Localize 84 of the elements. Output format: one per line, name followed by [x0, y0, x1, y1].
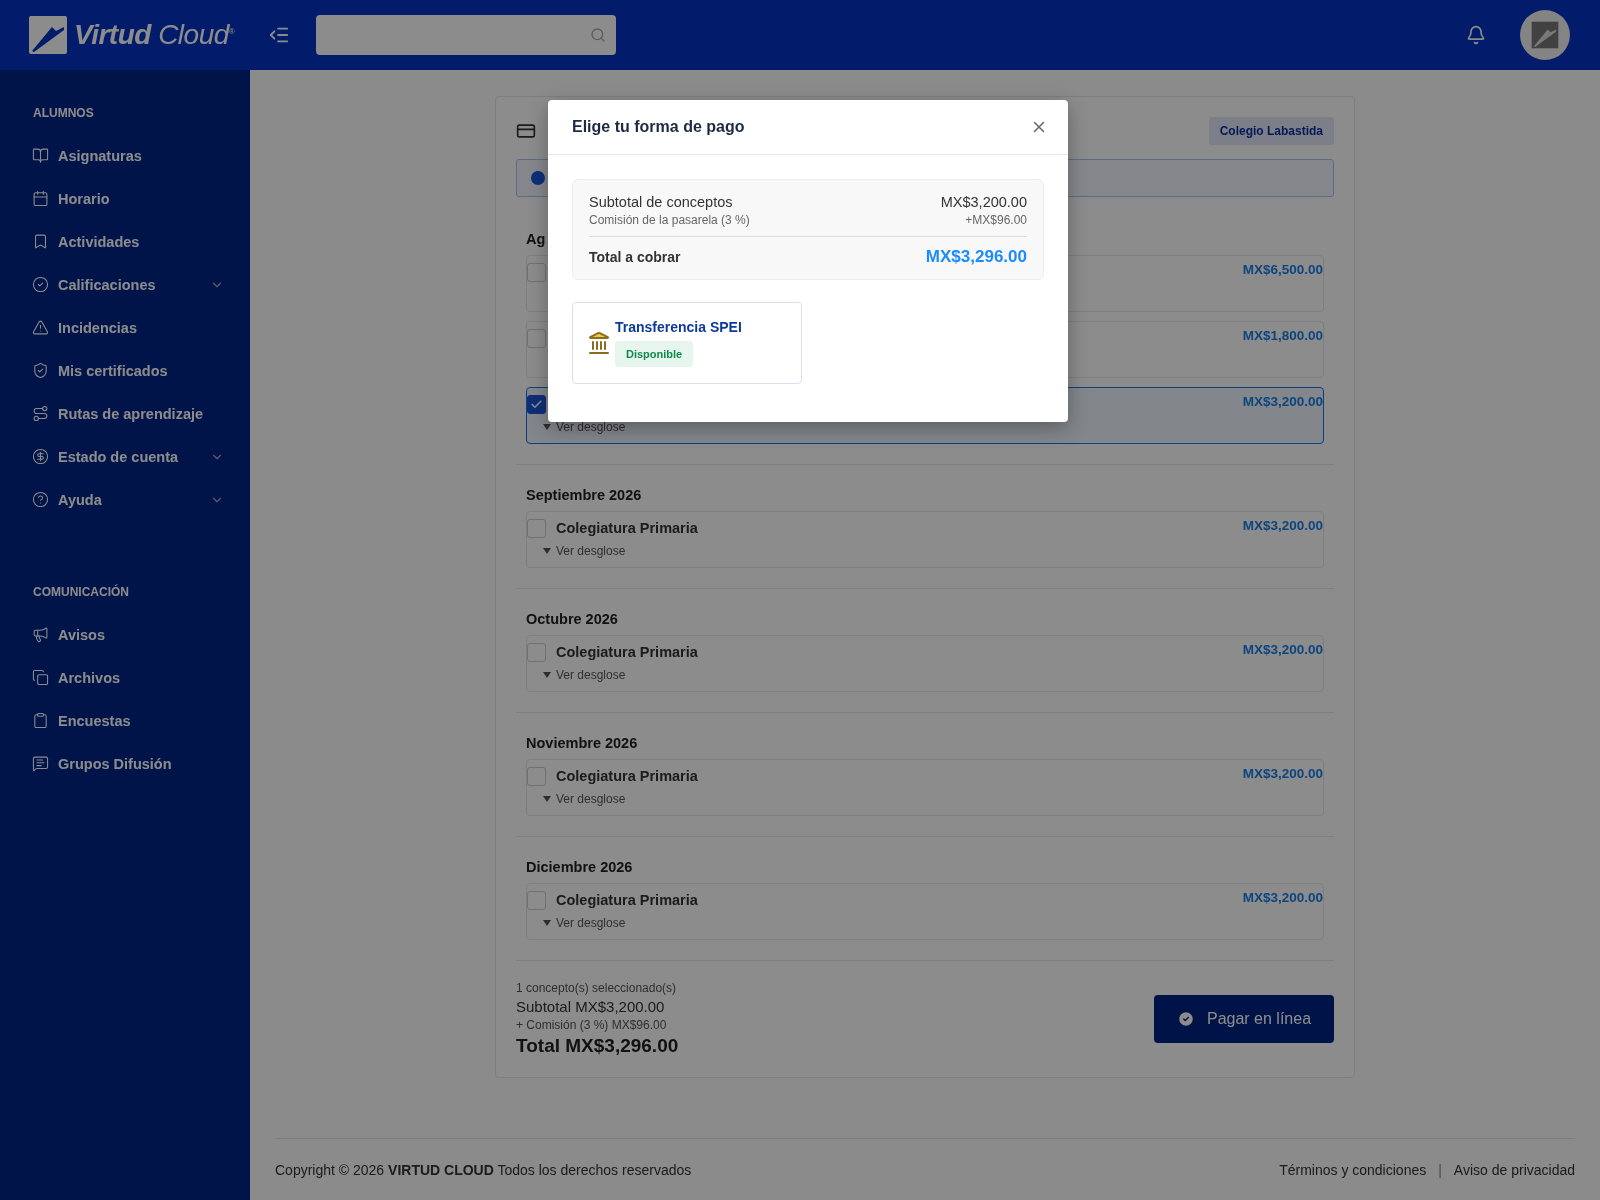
sidebar-item[interactable]: Actividades [32, 220, 250, 263]
card-icon [516, 121, 536, 141]
status-badge: Disponible [615, 341, 694, 367]
payment-method-card[interactable]: Transferencia SPEI Disponible [572, 302, 802, 384]
check-circle-icon [32, 276, 49, 293]
bookmark-icon [32, 233, 49, 250]
calendar-icon [32, 190, 49, 207]
shield-icon [32, 362, 49, 379]
search-icon [590, 27, 606, 43]
check-circle-icon [1176, 1010, 1195, 1028]
month-title: Ag [526, 231, 547, 249]
copyright: Copyright © 2026 VIRTUD CLOUD Todos los derechos reservados [275, 1161, 692, 1178]
logo-text: Virtud Cloud$^{®}$ [74, 19, 235, 51]
logo-icon [28, 15, 68, 55]
total: Total MX$3,296.00 [516, 1035, 679, 1057]
concept-name: Colegiatura Primaria [556, 892, 698, 908]
month-title: Diciembre 2026 [526, 859, 634, 877]
info-icon [531, 171, 545, 185]
breakdown-link[interactable]: Ver desglose [543, 792, 1243, 806]
section-title: COMUNICACIÓN [33, 585, 130, 599]
amount: MX$3,200.00 [1242, 890, 1323, 907]
clipboard-icon [32, 712, 49, 729]
amount: MX$6,500.00 [1242, 262, 1323, 279]
dialog-title: Elige tu forma de pago [572, 118, 745, 136]
amount: MX$3,200.00 [1242, 766, 1323, 783]
sidebar-item[interactable]: Calificaciones [32, 263, 250, 306]
message-icon [32, 755, 49, 772]
summary-value: MX$3,200.00 [940, 194, 1027, 210]
amount: MX$3,200.00 [1242, 518, 1323, 535]
summary-value: +MX$96.00 [965, 213, 1027, 227]
selected-count: 1 concepto(s) seleccionado(s) [516, 981, 678, 995]
summary-label: Comisión de la pasarela (3 %) [589, 213, 750, 227]
avatar[interactable] [1520, 10, 1570, 60]
sidebar-item[interactable]: Avisos [32, 613, 250, 656]
total-value: MX$3,296.00 [925, 247, 1027, 267]
sidebar-item[interactable]: Encuestas [32, 699, 250, 742]
separator: | [1438, 1161, 1442, 1178]
method-name: Transferencia SPEI [615, 319, 742, 335]
sidebar-item[interactable]: Horario [32, 177, 250, 220]
warning-icon [32, 319, 49, 336]
sidebar-item[interactable]: Grupos Difusión [32, 742, 250, 785]
dollar-icon [32, 448, 49, 465]
notifications-button[interactable] [1466, 25, 1486, 45]
search-field[interactable] [316, 15, 616, 55]
section-title: ALUMNOS [33, 106, 95, 120]
check-icon [530, 397, 543, 411]
sidebar-item[interactable]: Mis certificados [32, 349, 250, 392]
month-title: Septiembre 2026 [526, 487, 643, 505]
footer-link[interactable]: Términos y condiciones [1279, 1161, 1427, 1178]
breakdown-link[interactable]: Ver desglose [543, 668, 1243, 682]
summary-label: Subtotal de conceptos [589, 194, 733, 210]
pay-online-button[interactable]: Pagar en línea [1154, 995, 1334, 1043]
subtotal: Subtotal MX$3,200.00 [516, 998, 666, 1015]
sidebar-item[interactable]: Ayuda [32, 478, 250, 521]
concept-row[interactable]: Colegiatura Primaria Ver desglose MX$3,200.00 [526, 759, 1324, 816]
total-label: Total a cobrar [589, 249, 681, 265]
route-icon [32, 405, 49, 422]
concept-name: Colegiatura Primaria [556, 520, 698, 536]
concept-row[interactable]: Colegiatura Primaria Ver desglose MX$3,200.00 [526, 883, 1324, 940]
amount: MX$1,800.00 [1242, 328, 1323, 345]
concept-name: Colegiatura Primaria [556, 644, 698, 660]
sidebar-item[interactable]: Rutas de aprendizaje [32, 392, 250, 435]
school-badge: Colegio Labastida [1208, 117, 1334, 145]
checkbox[interactable] [527, 394, 546, 414]
concept-name: Colegiatura Primaria [556, 768, 698, 784]
copy-icon [32, 669, 49, 686]
sidebar-item[interactable]: Estado de cuenta [32, 435, 250, 478]
help-icon [32, 491, 49, 508]
concept-row[interactable]: Colegiatura Primaria Ver desglose MX$3,200.00 [526, 635, 1324, 692]
amount: MX$3,200.00 [1242, 394, 1323, 411]
book-icon [32, 147, 49, 164]
sidebar-item[interactable]: Archivos [32, 656, 250, 699]
month-title: Noviembre 2026 [526, 735, 639, 753]
month-title: Octubre 2026 [526, 611, 619, 629]
sidebar-item[interactable]: Asignaturas [32, 134, 250, 177]
bank-icon [587, 331, 611, 355]
concept-row[interactable]: Colegiatura Primaria Ver desglose MX$3,200.00 [526, 511, 1324, 568]
megaphone-icon [32, 626, 49, 643]
amount: MX$3,200.00 [1242, 642, 1323, 659]
breakdown-link[interactable]: Ver desglose [543, 544, 1243, 558]
fee: + Comisión (3 %) MX$96.00 [516, 1018, 668, 1032]
sidebar-item[interactable]: Incidencias [32, 306, 250, 349]
footer-link[interactable]: Aviso de privacidad [1453, 1161, 1575, 1178]
breakdown-link[interactable]: Ver desglose [543, 916, 1243, 930]
